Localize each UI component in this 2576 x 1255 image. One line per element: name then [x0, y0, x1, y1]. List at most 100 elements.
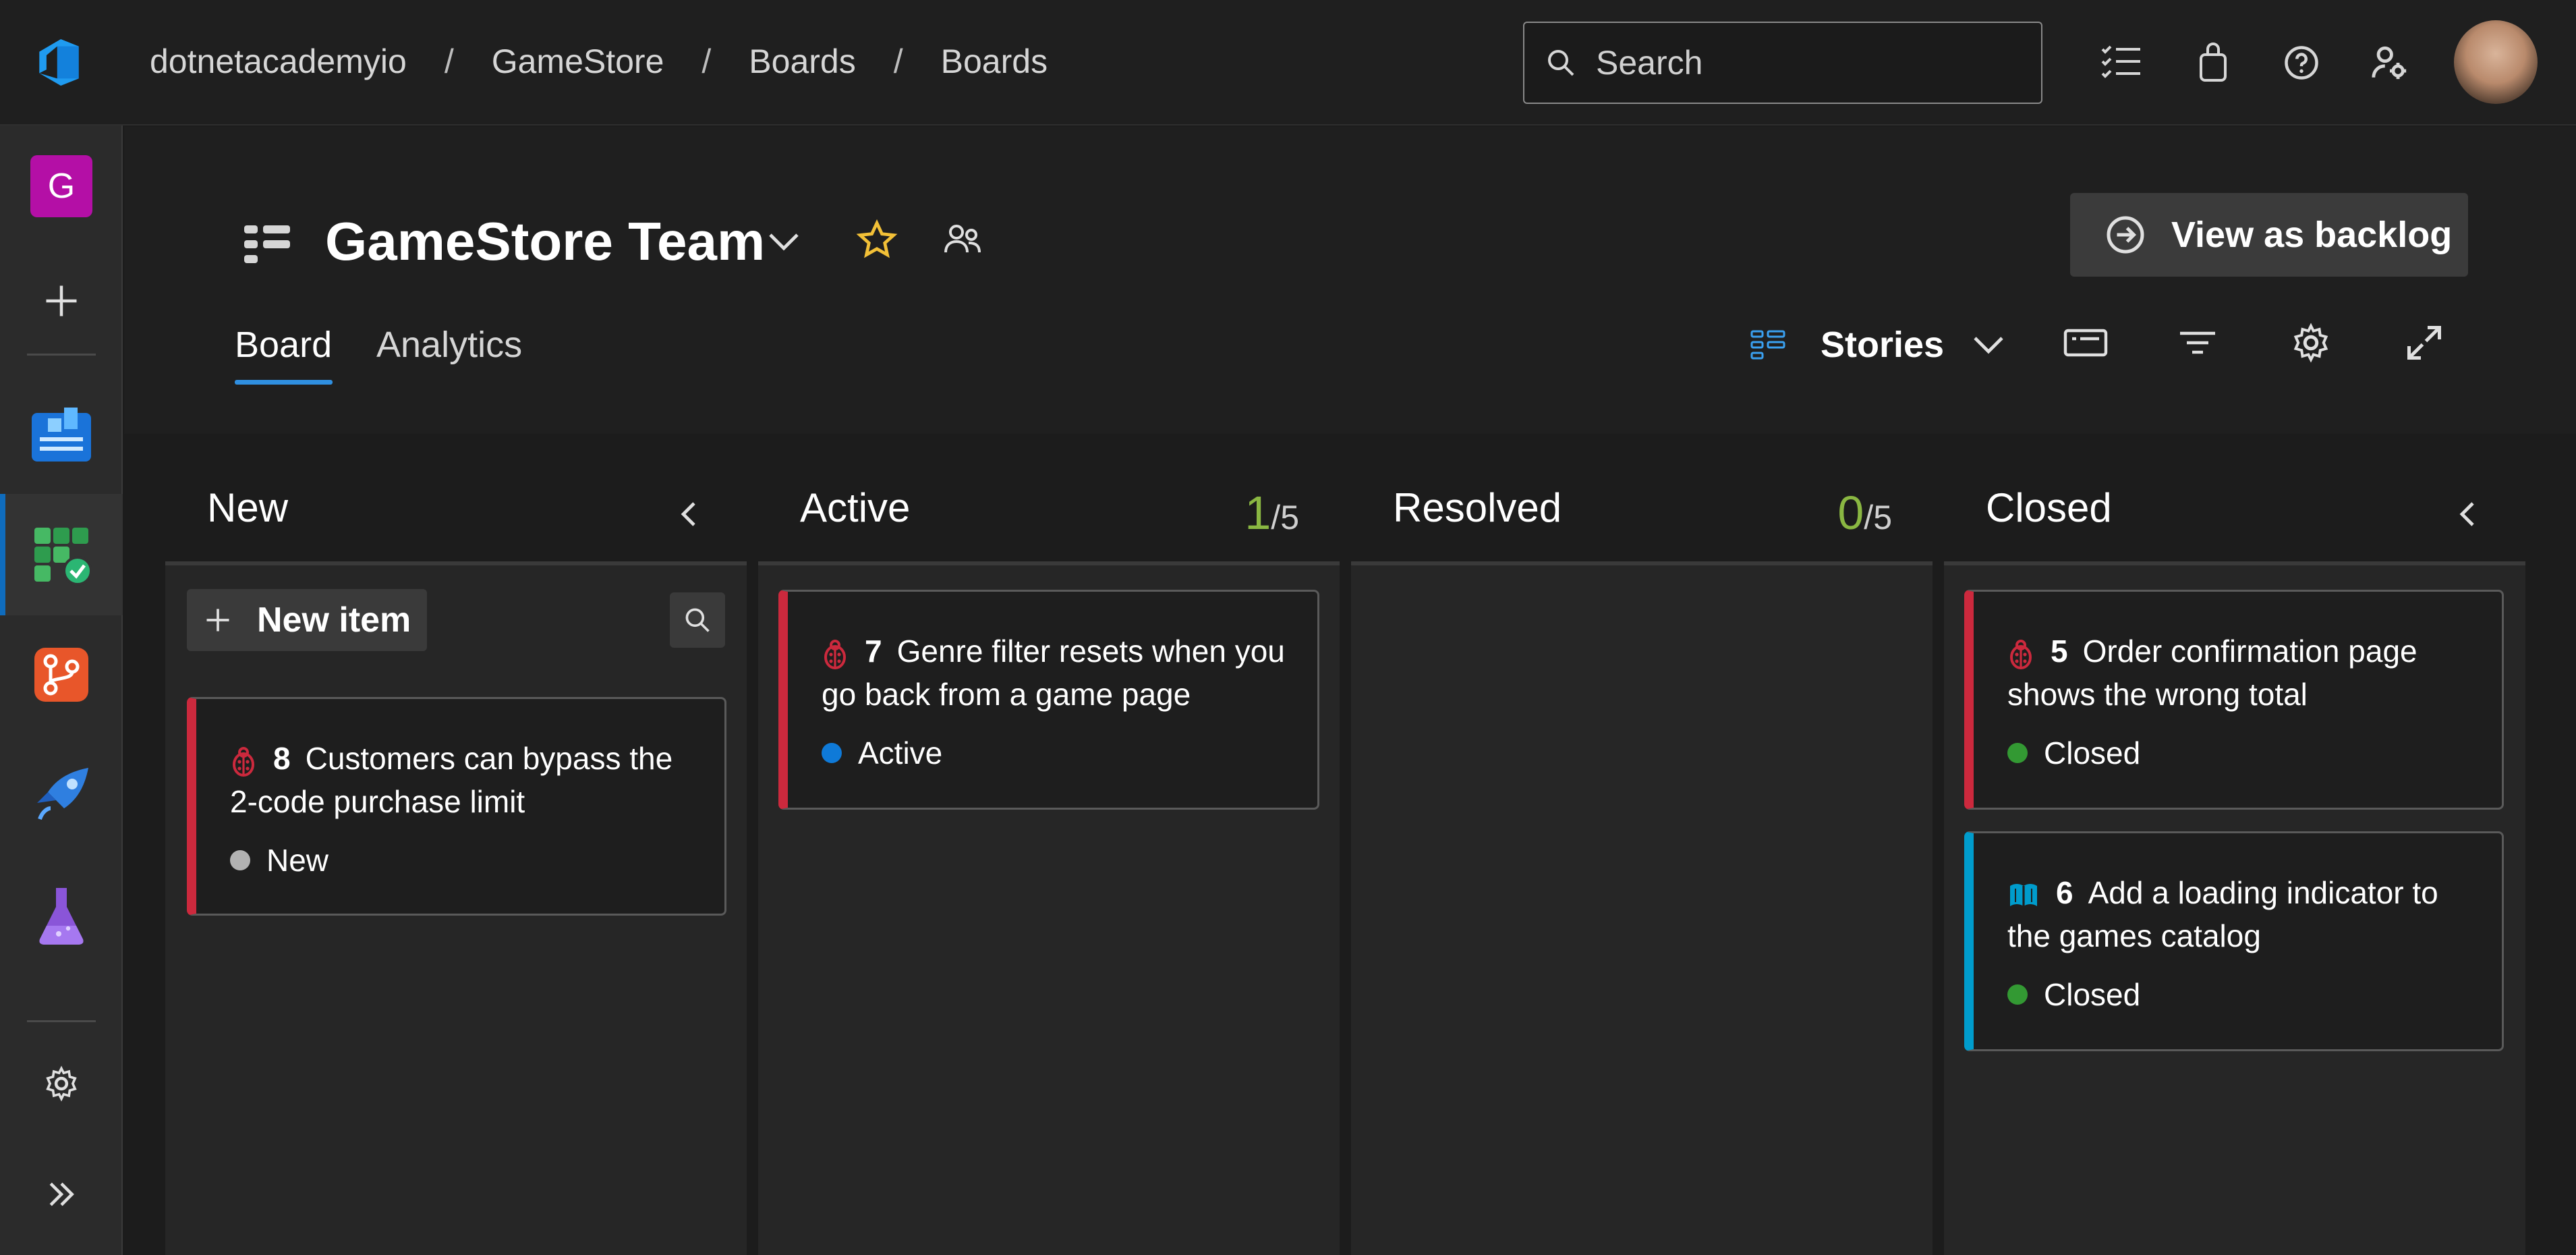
- card-state-label: New: [266, 843, 329, 878]
- work-item-card[interactable]: 5 Order confirmation page shows the wrong…: [1964, 590, 2504, 810]
- view-as-backlog-button[interactable]: View as backlog: [2070, 193, 2468, 277]
- pipelines-icon[interactable]: [0, 734, 123, 856]
- rail-divider: [27, 1020, 96, 1022]
- column-header: Closed: [1944, 476, 2525, 561]
- active-tab-indicator: [235, 380, 333, 385]
- card-title-text[interactable]: Genre filter resets when you go back fro…: [822, 634, 1285, 712]
- column-title: Closed: [1986, 485, 2112, 530]
- expand-rail-icon[interactable]: [0, 1134, 123, 1255]
- search-placeholder: Search: [1596, 44, 1703, 82]
- column-header: Resolved 0/5: [1351, 476, 1933, 561]
- column-closed: Closed 5 Order confirmation page shows th…: [1944, 476, 2525, 1255]
- team-dropdown-chevron-icon[interactable]: [766, 228, 801, 255]
- card-state-label: Closed: [2044, 977, 2141, 1012]
- work-item-card[interactable]: 6 Add a loading indicator to the games ca…: [1964, 831, 2504, 1051]
- state-dot-icon: [2007, 743, 2028, 763]
- column-body: 5 Order confirmation page shows the wrong…: [1944, 561, 2525, 1255]
- azure-devops-logo-icon[interactable]: [30, 34, 88, 91]
- new-item-button[interactable]: New item: [187, 589, 427, 651]
- breadcrumb-boards-page[interactable]: Boards: [941, 42, 1048, 81]
- user-avatar[interactable]: [2454, 20, 2538, 104]
- left-navigation-rail: G: [0, 125, 123, 1255]
- add-icon[interactable]: [0, 240, 123, 362]
- work-item-card[interactable]: 8 Customers can bypass the 2-code purchas…: [187, 697, 726, 916]
- card-id: 5: [2051, 634, 2068, 669]
- backlog-level-label: Stories: [1821, 325, 1945, 365]
- state-dot-icon: [2007, 984, 2028, 1005]
- column-title: New: [207, 485, 289, 530]
- team-members-icon[interactable]: [943, 223, 983, 258]
- project-initial: G: [30, 155, 92, 217]
- breadcrumb-separator: /: [893, 43, 903, 80]
- collapse-column-chevron-icon[interactable]: [677, 498, 701, 530]
- shopping-bag-icon[interactable]: [2189, 39, 2237, 86]
- breadcrumb-project[interactable]: GameStore: [492, 42, 664, 81]
- plus-icon: [206, 609, 229, 632]
- work-item-card[interactable]: 7 Genre filter resets when you go back fr…: [778, 590, 1319, 810]
- column-body: 7 Genre filter resets when you go back fr…: [758, 561, 1340, 1255]
- tab-analytics[interactable]: Analytics: [376, 324, 522, 366]
- bug-icon: [2010, 639, 2032, 669]
- column-header: New: [165, 476, 747, 561]
- card-id: 7: [865, 634, 882, 669]
- card-title-text[interactable]: Customers can bypass the 2-code purchase…: [230, 741, 672, 819]
- wip-counter: 1/5: [1244, 486, 1299, 540]
- search-icon: [685, 608, 710, 632]
- boards-icon[interactable]: [0, 494, 123, 615]
- card-state: Closed: [2007, 735, 2140, 771]
- card-title-text[interactable]: Order confirmation page shows the wrong …: [2007, 634, 2417, 712]
- wip-count: 0: [1837, 486, 1864, 539]
- wip-count: 1: [1244, 486, 1271, 539]
- card-id: 8: [273, 741, 291, 776]
- card-title: 7 Genre filter resets when you go back fr…: [822, 630, 1290, 716]
- column-new: New New item 8 Customers can bypass the …: [165, 476, 747, 1255]
- work-items-checklist-icon[interactable]: [2098, 39, 2145, 86]
- board-settings-gear-icon[interactable]: [2291, 323, 2331, 363]
- team-name[interactable]: GameStore Team: [325, 211, 765, 273]
- arrow-circle-right-icon: [2107, 216, 2144, 254]
- backlog-level-selector[interactable]: Stories: [1750, 324, 2006, 366]
- card-title: 8 Customers can bypass the 2-code purchas…: [230, 737, 697, 823]
- state-dot-icon: [822, 743, 842, 763]
- card-title: 6 Add a loading indicator to the games ca…: [2007, 871, 2475, 957]
- overview-icon[interactable]: [0, 374, 123, 495]
- card-state: New: [230, 842, 328, 878]
- column-body: New item 8 Customers can bypass the 2-cod…: [165, 561, 747, 1255]
- wip-limit: /5: [1271, 499, 1299, 536]
- column-active: Active 1/5 7 Genre filter resets when you…: [758, 476, 1340, 1255]
- collapse-column-chevron-icon[interactable]: [2455, 498, 2480, 530]
- test-plans-icon[interactable]: [0, 854, 123, 976]
- board-header: [124, 127, 2576, 434]
- user-settings-icon[interactable]: [2366, 39, 2413, 86]
- column-header: Active 1/5: [758, 476, 1340, 561]
- card-title: 5 Order confirmation page shows the wrong…: [2007, 630, 2475, 716]
- repos-icon[interactable]: [0, 614, 123, 735]
- wip-counter: 0/5: [1837, 486, 1892, 540]
- breadcrumb-organization[interactable]: dotnetacademyio: [150, 42, 407, 81]
- column-body: [1351, 561, 1933, 1255]
- bug-icon: [824, 639, 846, 669]
- team-board-icon: [244, 225, 290, 263]
- column-resolved: Resolved 0/5: [1351, 476, 1933, 1255]
- column-search-button[interactable]: [670, 592, 725, 648]
- filter-icon[interactable]: [2176, 323, 2219, 363]
- backlog-level-icon: [1750, 330, 1785, 360]
- fullscreen-expand-icon[interactable]: [2404, 323, 2444, 363]
- new-item-label: New item: [257, 601, 411, 640]
- breadcrumb-separator: /: [444, 43, 454, 80]
- breadcrumb-boards-hub[interactable]: Boards: [749, 42, 855, 81]
- card-fields-icon[interactable]: [2063, 323, 2109, 363]
- card-state-label: Active: [858, 735, 943, 771]
- column-title: Resolved: [1393, 485, 1562, 530]
- chevron-down-icon: [1974, 337, 2003, 354]
- top-bar: dotnetacademyio / GameStore / Boards / B…: [0, 0, 2576, 125]
- project-settings-gear-icon[interactable]: [0, 1023, 123, 1144]
- wip-limit: /5: [1864, 499, 1892, 536]
- search-box[interactable]: Search: [1523, 22, 2042, 104]
- help-icon[interactable]: [2278, 39, 2325, 86]
- tab-board[interactable]: Board: [235, 324, 332, 366]
- favorite-star-icon[interactable]: [855, 219, 898, 262]
- card-state-label: Closed: [2044, 735, 2141, 771]
- state-dot-icon: [230, 850, 250, 870]
- project-badge[interactable]: G: [0, 125, 123, 247]
